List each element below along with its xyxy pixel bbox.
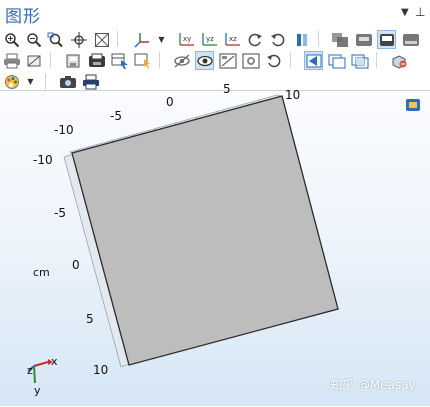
rotate-icon[interactable] — [245, 30, 264, 49]
left-axis-tick-label: 0 — [72, 258, 80, 272]
top-axis-tick-label: -10 — [54, 123, 74, 137]
xy-view-label: xy — [183, 35, 191, 43]
zoom-selected-icon[interactable] — [92, 30, 111, 49]
print-icon[interactable] — [81, 72, 100, 91]
separator — [318, 31, 319, 47]
show-all-icon[interactable] — [195, 51, 214, 70]
left-axis-tick-label: 10 — [93, 363, 109, 377]
separator — [50, 52, 51, 68]
image-snapshot-icon[interactable] — [63, 51, 82, 70]
geometry-canvas[interactable] — [0, 91, 430, 407]
transparency-icon[interactable] — [330, 30, 349, 49]
separator — [45, 73, 46, 89]
render-icon[interactable] — [292, 30, 311, 49]
zoom-extents-icon[interactable] — [69, 30, 88, 49]
separator — [290, 52, 291, 68]
graphics-toolbar: ▼ xy yz xz ▼ — [0, 26, 430, 90]
watermark-text: 知乎 @Measay — [330, 378, 416, 392]
window-titlebar: 图形 ▼ ⊥ — [0, 0, 430, 27]
go-to-xy-view-icon[interactable]: xy — [176, 30, 195, 49]
go-to-default-view-icon[interactable] — [132, 30, 151, 49]
go-to-zx-view-icon[interactable]: xz — [222, 30, 241, 49]
xz-view-label: xz — [229, 35, 237, 43]
color-palette-icon[interactable] — [2, 72, 21, 91]
selection-list-icon[interactable] — [327, 51, 346, 70]
view-dropdown-arrow-icon[interactable]: ▼ — [152, 30, 171, 49]
wireframe-icon[interactable] — [354, 30, 373, 49]
zoom-box-icon[interactable] — [46, 30, 65, 49]
pin-icon[interactable]: ⊥ — [415, 5, 425, 19]
separator — [117, 31, 118, 47]
reset-rotate-icon[interactable] — [268, 30, 287, 49]
triad-z-label: z — [27, 364, 33, 377]
left-axis-tick-label: -10 — [33, 153, 53, 167]
top-axis-tick-label: 0 — [166, 95, 174, 109]
palette-dropdown-arrow-icon[interactable]: ▼ — [21, 72, 40, 91]
graphics-window[interactable]: -10 -5 0 5 10 -10 -5 0 5 10 cm x y z 知乎 … — [0, 82, 430, 407]
undo-view-icon[interactable] — [264, 51, 283, 70]
go-to-yz-view-icon[interactable]: yz — [199, 30, 218, 49]
length-unit-label: cm — [33, 266, 50, 279]
select-boundary-icon[interactable] — [133, 51, 152, 70]
save-icon[interactable] — [87, 51, 106, 70]
delete-selection-icon[interactable] — [24, 51, 43, 70]
zoom-in-icon[interactable] — [2, 30, 21, 49]
print-icon[interactable] — [2, 51, 21, 70]
separator — [376, 52, 377, 68]
window-title: 图形 — [5, 7, 41, 27]
camera-icon[interactable] — [58, 72, 77, 91]
dropdown-arrow-icon[interactable]: ▼ — [401, 7, 409, 18]
triad-x-label: x — [51, 355, 58, 368]
yz-view-label: yz — [206, 35, 214, 43]
separator — [159, 52, 160, 68]
top-axis-tick-label: 10 — [285, 88, 301, 102]
triad-y-label: y — [34, 384, 41, 397]
top-axis-tick-label: -5 — [110, 109, 122, 123]
zoom-out-icon[interactable] — [24, 30, 43, 49]
select-object-icon[interactable] — [110, 51, 129, 70]
select-domain-icon[interactable] — [241, 51, 260, 70]
scene-light-icon[interactable] — [377, 30, 396, 49]
left-axis-tick-label: 5 — [86, 312, 94, 326]
view-icon[interactable] — [218, 51, 237, 70]
top-axis-tick-label: 5 — [223, 82, 231, 96]
grid-icon[interactable] — [350, 51, 369, 70]
hide-icon[interactable] — [401, 30, 420, 49]
view-settings-icon[interactable] — [406, 99, 420, 111]
select-all-icon[interactable] — [304, 51, 323, 70]
left-axis-tick-label: -5 — [54, 206, 66, 220]
export-icon[interactable] — [389, 51, 408, 70]
hide-objects-icon[interactable] — [172, 51, 191, 70]
